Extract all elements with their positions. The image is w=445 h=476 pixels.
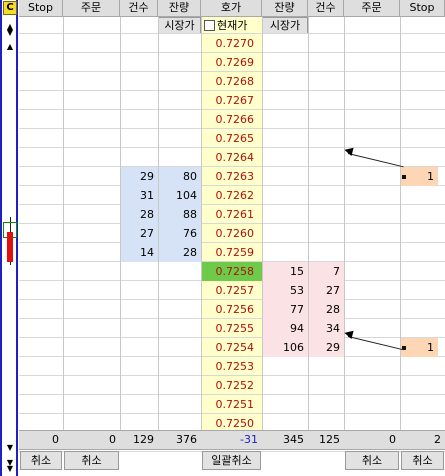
price-cell[interactable]: 0.7259 [201, 243, 262, 262]
cancel-stop-right-button[interactable]: 취소 [401, 451, 444, 470]
price-cell[interactable]: 0.7256 [201, 300, 262, 319]
price-cell[interactable]: 0.7264 [201, 148, 262, 167]
bid-remain-cell: 88 [159, 205, 201, 224]
ask-remain-cell: 15 [263, 262, 308, 281]
header-order-right: 주문 [344, 0, 400, 17]
column-divider [262, 17, 263, 430]
footer-count-left: 129 [133, 433, 154, 446]
ask-count-cell: 7 [309, 262, 344, 281]
ask-count-cell: 28 [309, 300, 344, 319]
market-order-right-button[interactable]: 시장가 [262, 17, 308, 34]
stop-marker-icon [402, 175, 406, 179]
footer-price-diff: -31 [240, 433, 258, 446]
bid-count-cell: 29 [121, 167, 158, 186]
column-divider [120, 17, 121, 430]
bid-remain-cell: 76 [159, 224, 201, 243]
footer-order-right: 0 [389, 433, 396, 446]
current-price-label: 현재가 [217, 19, 248, 32]
chart-toggle-button[interactable]: C [3, 1, 17, 15]
price-cell[interactable]: 0.7260 [201, 224, 262, 243]
stop-order-cell[interactable]: 1 [401, 338, 438, 357]
scroll-down-icon[interactable]: ▼ [4, 443, 16, 453]
scroll-top-icon-lower[interactable]: ▼ [4, 28, 16, 38]
column-divider [400, 17, 401, 430]
candle-body-icon [7, 232, 13, 262]
price-cell[interactable]: 0.7255 [201, 319, 262, 338]
price-cell[interactable]: 0.7261 [201, 205, 262, 224]
header-stop-right: Stop [400, 0, 445, 17]
price-cell[interactable]: 0.7268 [201, 72, 262, 91]
header-count-left: 건수 [120, 0, 158, 17]
current-price-checkbox[interactable] [204, 20, 215, 31]
ask-count-cell: 29 [309, 338, 344, 357]
column-divider [63, 17, 64, 430]
bid-remain-cell: 28 [159, 243, 201, 262]
price-cell[interactable]: 0.7252 [201, 376, 262, 395]
header-count-right: 건수 [308, 0, 344, 17]
price-cell[interactable]: 0.7258 [201, 262, 262, 281]
arrow-head-icon: ▶ [342, 327, 354, 342]
footer-remain-right: 345 [283, 433, 304, 446]
bid-count-cell: 14 [121, 243, 158, 262]
cancel-stop-left-button[interactable]: 취소 [20, 451, 62, 470]
price-cell[interactable]: 0.7251 [201, 395, 262, 414]
ask-remain-cell: 106 [263, 338, 308, 357]
ask-count-cell: 27 [309, 281, 344, 300]
header-order-left: 주문 [63, 0, 120, 17]
scroll-bottom-icon-lower[interactable]: ▼ [4, 464, 16, 474]
cancel-order-right-button[interactable]: 취소 [345, 451, 399, 470]
price-cell[interactable]: 0.7265 [201, 129, 262, 148]
bid-count-cell: 31 [121, 186, 158, 205]
column-divider [158, 17, 159, 430]
scroll-up-icon[interactable]: ▲ [4, 42, 16, 52]
order-book-window: C ▲ ▼ ▲ ▼ ▼ ▼ Stop 주문 건수 잔량 호가 잔량 건수 주문 … [0, 0, 445, 476]
left-strip: C ▲ ▼ ▲ ▼ ▼ ▼ [0, 0, 18, 476]
price-cell[interactable]: 0.7253 [201, 357, 262, 376]
bid-remain-cell: 104 [159, 186, 201, 205]
bid-count-cell: 28 [121, 205, 158, 224]
header-remain-right: 잔량 [262, 0, 308, 17]
price-cell[interactable]: 0.7263 [201, 167, 262, 186]
column-divider [308, 17, 309, 430]
price-cell[interactable]: 0.7269 [201, 53, 262, 72]
arrow-head-icon: ▶ [342, 144, 354, 159]
ask-remain-cell: 77 [263, 300, 308, 319]
ask-remain-cell: 53 [263, 281, 308, 300]
column-divider [201, 17, 202, 430]
chart-toggle-label: C [6, 2, 14, 13]
price-cell[interactable]: 0.7262 [201, 186, 262, 205]
footer-stop-right: 2 [434, 433, 441, 446]
price-cell[interactable]: 0.7267 [201, 91, 262, 110]
bid-remain-cell: 80 [159, 167, 201, 186]
header-remain-left: 잔량 [158, 0, 201, 17]
footer-count-right: 125 [319, 433, 340, 446]
price-cell[interactable]: 0.7266 [201, 110, 262, 129]
footer-stop-left: 0 [52, 433, 59, 446]
cancel-order-left-button[interactable]: 취소 [64, 451, 119, 470]
price-cell[interactable]: 0.7254 [201, 338, 262, 357]
price-cell[interactable]: 0.7270 [201, 34, 262, 53]
stop-order-cell[interactable]: 1 [401, 167, 438, 186]
header-price: 호가 [201, 0, 262, 17]
ask-remain-cell: 94 [263, 319, 308, 338]
stop-arrow-line-2 [347, 336, 404, 351]
ask-count-cell: 34 [309, 319, 344, 338]
price-cell[interactable]: 0.7257 [201, 281, 262, 300]
cancel-all-button[interactable]: 일괄취소 [202, 451, 261, 470]
header-stop-left: Stop [19, 0, 63, 17]
bid-count-cell: 27 [121, 224, 158, 243]
footer-order-left: 0 [109, 433, 116, 446]
column-divider [344, 17, 345, 430]
footer-remain-left: 376 [176, 433, 197, 446]
market-order-left-button[interactable]: 시장가 [158, 17, 201, 34]
